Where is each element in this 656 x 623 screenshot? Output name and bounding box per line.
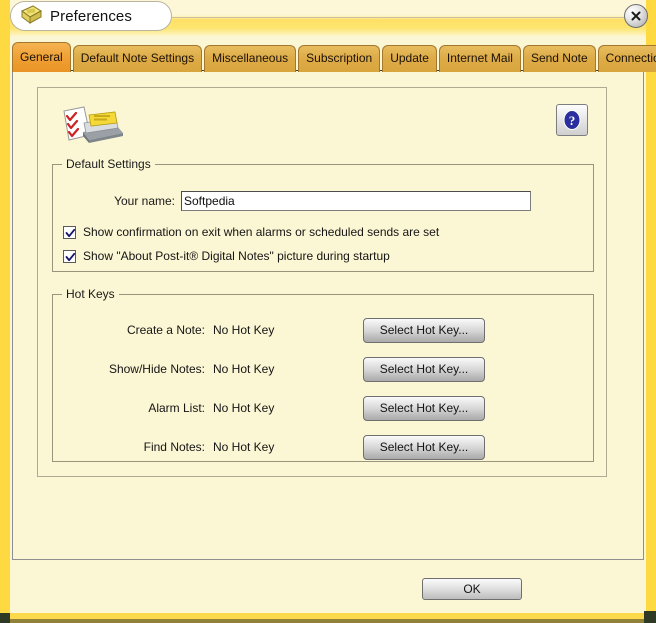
tab-update[interactable]: Update: [382, 45, 437, 72]
checkbox-checked-icon[interactable]: [63, 249, 76, 263]
tab-miscellaneous[interactable]: Miscellaneous: [204, 45, 297, 72]
tab-strip: General Default Note Settings Miscellane…: [12, 42, 656, 72]
tab-default-note-settings[interactable]: Default Note Settings: [72, 45, 203, 72]
page-title: Preferences: [50, 7, 132, 25]
hot-key-value: No Hot Key: [213, 401, 275, 415]
select-hot-key-button-show-hide-notes[interactable]: Select Hot Key...: [363, 356, 485, 382]
select-hot-key-button-alarm-list[interactable]: Select Hot Key...: [363, 395, 485, 421]
default-settings-group-title: Default Settings: [62, 157, 155, 171]
close-icon[interactable]: [624, 4, 648, 28]
window-frame-bottom-shadow: [0, 619, 656, 623]
hot-key-value: No Hot Key: [213, 440, 275, 454]
show-confirmation-checkbox-row[interactable]: Show confirmation on exit when alarms or…: [63, 225, 439, 239]
hot-key-value: No Hot Key: [213, 323, 275, 337]
show-confirmation-checkbox-label: Show confirmation on exit when alarms or…: [83, 225, 440, 239]
hot-key-label: Alarm List:: [148, 401, 205, 415]
postit-dispenser-checklist-icon: [60, 105, 126, 145]
hot-key-value: No Hot Key: [213, 362, 275, 376]
title-rule: [168, 17, 626, 18]
title-bar: Preferences: [0, 0, 656, 36]
tab-connections[interactable]: Connections: [597, 45, 656, 72]
tab-content-panel: ? Default Settings Your name: Show con: [12, 70, 644, 560]
show-about-picture-checkbox-row[interactable]: Show "About Post-it® Digital Notes" pict…: [63, 249, 390, 263]
window-frame-right: [646, 0, 656, 623]
tab-send-note[interactable]: Send Note: [522, 45, 596, 72]
postit-note-icon: [19, 5, 43, 27]
tab-general[interactable]: General: [12, 42, 71, 72]
hot-keys-group-title: Hot Keys: [62, 287, 119, 301]
window-corner-bottom-right: [644, 611, 656, 623]
svg-text:?: ?: [569, 113, 576, 128]
hot-key-row-alarm-list: Alarm List: No Hot Key Select Hot Key...: [53, 395, 593, 421]
show-about-picture-checkbox-label: Show "About Post-it® Digital Notes" pict…: [83, 249, 390, 263]
window-frame-left: [0, 0, 10, 623]
hot-key-row-find-notes: Find Notes: No Hot Key Select Hot Key...: [53, 434, 593, 460]
ok-button[interactable]: OK: [422, 578, 522, 600]
checkbox-checked-icon[interactable]: [63, 225, 76, 239]
hot-key-label: Create a Note:: [126, 323, 205, 337]
tab-internet-mail[interactable]: Internet Mail: [438, 45, 521, 72]
hot-keys-group: Hot Keys Create a Note: No Hot Key Selec…: [52, 287, 594, 462]
hot-key-label: Show/Hide Notes:: [108, 362, 205, 376]
hot-key-row-show-hide-notes: Show/Hide Notes: No Hot Key Select Hot K…: [53, 356, 593, 382]
default-settings-group: Default Settings Your name: Show confirm…: [52, 157, 594, 272]
select-hot-key-button-create-a-note[interactable]: Select Hot Key...: [363, 317, 485, 343]
your-name-label: Your name:: [114, 194, 175, 208]
hot-key-label: Find Notes:: [143, 440, 205, 454]
help-question-icon[interactable]: ?: [556, 104, 588, 136]
preferences-window: Softpedia Preferences General Defa: [0, 0, 656, 623]
hot-key-row-create-a-note: Create a Note: No Hot Key Select Hot Key…: [53, 317, 593, 343]
select-hot-key-button-find-notes[interactable]: Select Hot Key...: [363, 434, 485, 460]
window-corner-bottom-left: [0, 613, 10, 623]
your-name-row: Your name:: [53, 191, 593, 211]
tab-subscription[interactable]: Subscription: [298, 45, 381, 72]
your-name-input[interactable]: [181, 191, 531, 211]
window-title-pill: Preferences: [10, 1, 172, 31]
general-settings-pane: ? Default Settings Your name: Show con: [37, 87, 607, 477]
